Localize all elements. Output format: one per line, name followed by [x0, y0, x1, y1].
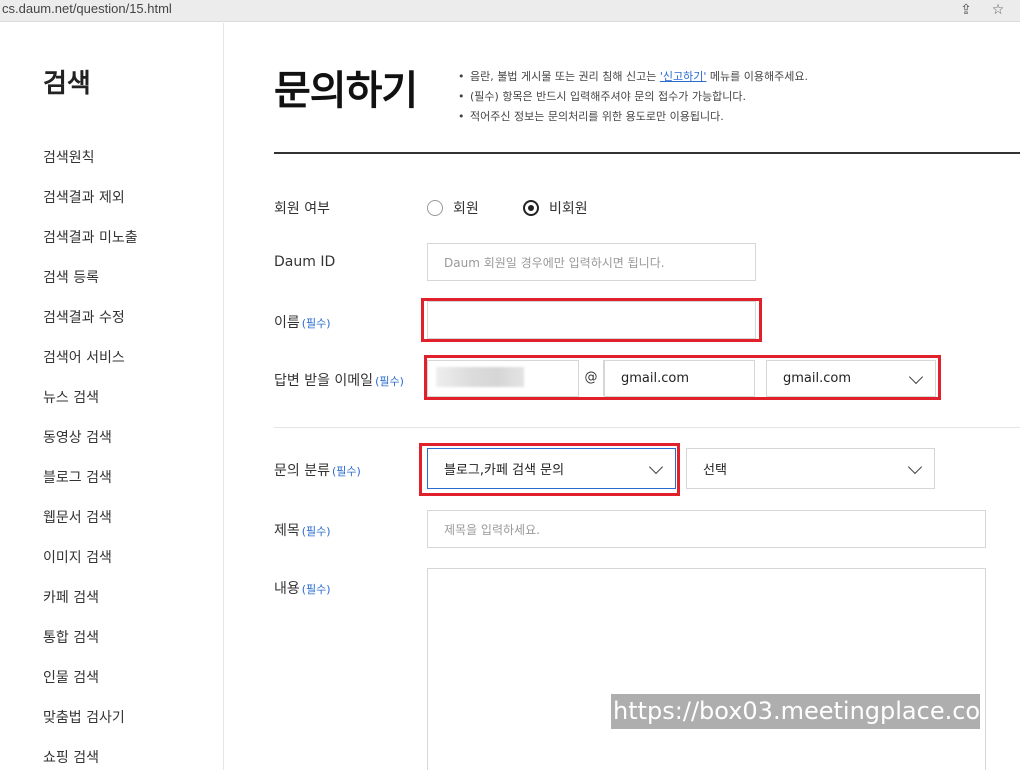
required-mark: (필수)	[375, 375, 404, 388]
sidebar-item-video[interactable]: 동영상 검색	[43, 427, 112, 447]
subject-input[interactable]: 제목을 입력하세요.	[427, 510, 986, 548]
subject-label-text: 제목	[274, 523, 300, 539]
radio-member[interactable]: 회원	[427, 198, 479, 218]
radio-member-label: 회원	[453, 201, 479, 217]
notice-text: 음란, 불법 게시물 또는 권리 침해 신고는	[470, 70, 660, 83]
email-label: 답변 받을 이메일 (필수)	[274, 370, 404, 390]
radio-non-member-label: 비회원	[549, 201, 588, 217]
notice-line: • (필수) 항목은 반드시 입력해주셔야 문의 접수가 가능합니다.	[458, 90, 746, 103]
radio-non-member[interactable]: 비회원	[523, 198, 588, 218]
daum-id-label: Daum ID	[274, 254, 336, 270]
notice-line: • 적어주신 정보는 문의처리를 위한 용도로만 이용됩니다.	[458, 110, 724, 123]
notice-line: • 음란, 불법 게시물 또는 권리 침해 신고는 '신고하기' 메뉴를 이용해주…	[458, 70, 809, 83]
url-text[interactable]: cs.daum.net/question/15.html	[2, 1, 172, 16]
category-label-text: 문의 분류	[274, 463, 330, 479]
sidebar-item-image[interactable]: 이미지 검색	[43, 547, 112, 567]
membership-label: 회원 여부	[274, 201, 330, 217]
required-mark: (필수)	[331, 465, 361, 478]
name-label: 이름 (필수)	[274, 312, 331, 332]
share-icon[interactable]: ⇪	[956, 0, 976, 20]
watermark-overlay: https://box03.meetingplace.co.kr	[611, 694, 1011, 729]
sidebar: 검색 검색원칙 검색결과 제외 검색결과 미노출 검색 등록 검색결과 수정 검…	[0, 23, 224, 770]
sidebar-item-integrated[interactable]: 통합 검색	[43, 627, 99, 647]
required-mark: (필수)	[301, 525, 331, 538]
sidebar-item-people[interactable]: 인물 검색	[43, 667, 99, 687]
content-textarea[interactable]	[427, 568, 986, 770]
radio-non-member-circle[interactable]	[523, 200, 539, 216]
chevron-down-icon	[907, 459, 923, 474]
category-secondary-select[interactable]: 선택	[686, 448, 935, 489]
sidebar-item-web-docs[interactable]: 웹문서 검색	[43, 507, 112, 527]
daum-id-input[interactable]: Daum 회원일 경우에만 입력하시면 됩니다.	[427, 243, 756, 281]
highlight-box	[419, 443, 680, 496]
sidebar-item-blog[interactable]: 블로그 검색	[43, 467, 112, 487]
sidebar-item-edit-results[interactable]: 검색결과 수정	[43, 307, 125, 327]
page-title: 문의하기	[274, 68, 418, 114]
content-label: 내용 (필수)	[274, 578, 331, 598]
notice-text: 적어주신 정보는 문의처리를 위한 용도로만 이용됩니다.	[470, 110, 724, 123]
sidebar-item-search-principle[interactable]: 검색원칙	[43, 147, 95, 167]
report-link[interactable]: '신고하기'	[660, 70, 707, 83]
sidebar-item-hidden-results[interactable]: 검색결과 미노출	[43, 227, 138, 247]
sidebar-item-news[interactable]: 뉴스 검색	[43, 387, 99, 407]
radio-member-circle[interactable]	[427, 200, 443, 216]
section-divider	[274, 427, 1020, 428]
sidebar-item-exclude-results[interactable]: 검색결과 제외	[43, 187, 125, 207]
sidebar-title: 검색	[43, 69, 91, 99]
category-secondary-value: 선택	[703, 463, 727, 478]
notice-text: 메뉴를 이용해주세요.	[706, 70, 809, 83]
sidebar-item-shopping[interactable]: 쇼핑 검색	[43, 747, 99, 767]
highlight-box	[424, 355, 941, 400]
required-mark: (필수)	[301, 583, 331, 596]
subject-label: 제목 (필수)	[274, 520, 331, 540]
highlight-box	[421, 298, 762, 342]
category-label: 문의 분류 (필수)	[274, 460, 361, 480]
header-divider	[274, 152, 1020, 154]
star-icon[interactable]: ☆	[988, 0, 1008, 20]
email-label-text: 답변 받을 이메일	[274, 373, 374, 389]
sidebar-item-spell-checker[interactable]: 맞춤법 검사기	[43, 707, 125, 727]
sidebar-item-keyword-service[interactable]: 검색어 서비스	[43, 347, 125, 367]
content-label-text: 내용	[274, 581, 300, 597]
required-mark: (필수)	[301, 317, 331, 330]
notice-text: (필수) 항목은 반드시 입력해주셔야 문의 접수가 가능합니다.	[470, 90, 746, 103]
name-label-text: 이름	[274, 315, 300, 331]
browser-address-bar[interactable]: cs.daum.net/question/15.html ⇪ ☆	[0, 0, 1020, 22]
sidebar-item-cafe[interactable]: 카페 검색	[43, 587, 99, 607]
sidebar-item-search-register[interactable]: 검색 등록	[43, 267, 99, 287]
